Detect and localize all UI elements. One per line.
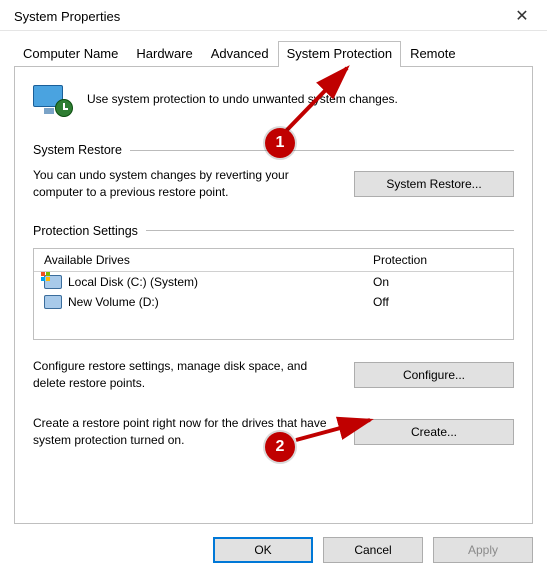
tab-bar: Computer Name Hardware Advanced System P… — [0, 31, 547, 67]
titlebar: System Properties ✕ — [0, 0, 547, 31]
system-restore-row: You can undo system changes by reverting… — [33, 167, 514, 202]
col-header-drives: Available Drives — [44, 253, 373, 267]
tab-hardware[interactable]: Hardware — [127, 41, 201, 67]
drives-list[interactable]: Available Drives Protection Local Disk (… — [33, 248, 514, 340]
window-title: System Properties — [14, 9, 120, 24]
intro-row: Use system protection to undo unwanted s… — [33, 81, 514, 117]
drive-name: New Volume (D:) — [68, 295, 373, 309]
tab-remote[interactable]: Remote — [401, 41, 465, 67]
dialog-buttons: OK Cancel Apply — [0, 527, 547, 573]
col-header-protection: Protection — [373, 253, 503, 267]
group-protection-header: Protection Settings — [33, 224, 514, 238]
system-restore-button[interactable]: System Restore... — [354, 171, 514, 197]
drive-protection: On — [373, 275, 503, 289]
system-protection-icon — [33, 81, 73, 117]
drive-row[interactable]: Local Disk (C:) (System) On — [34, 272, 513, 292]
divider — [130, 150, 514, 151]
apply-button: Apply — [433, 537, 533, 563]
tab-advanced[interactable]: Advanced — [202, 41, 278, 67]
drive-name: Local Disk (C:) (System) — [68, 275, 373, 289]
configure-row: Configure restore settings, manage disk … — [33, 358, 514, 393]
annotation-badge-1: 1 — [265, 128, 295, 158]
drives-header-row: Available Drives Protection — [34, 249, 513, 272]
annotation-arrow-1 — [275, 60, 365, 140]
drive-row[interactable]: New Volume (D:) Off — [34, 292, 513, 312]
divider — [146, 230, 514, 231]
annotation-badge-2: 2 — [265, 432, 295, 462]
system-restore-text: You can undo system changes by reverting… — [33, 167, 338, 202]
annotation-arrow-2 — [290, 410, 380, 450]
ok-button[interactable]: OK — [213, 537, 313, 563]
drive-icon — [44, 295, 62, 309]
drive-icon — [44, 275, 62, 289]
configure-button[interactable]: Configure... — [354, 362, 514, 388]
cancel-button[interactable]: Cancel — [323, 537, 423, 563]
configure-text: Configure restore settings, manage disk … — [33, 358, 338, 393]
group-title-restore: System Restore — [33, 143, 122, 157]
tab-computer-name[interactable]: Computer Name — [14, 41, 127, 67]
close-icon[interactable]: ✕ — [507, 6, 537, 26]
drive-protection: Off — [373, 295, 503, 309]
group-title-protection: Protection Settings — [33, 224, 138, 238]
